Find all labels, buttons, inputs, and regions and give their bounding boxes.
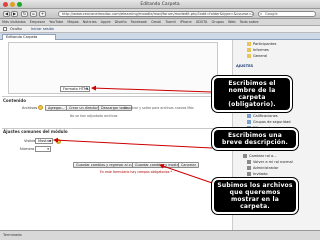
sidebar-item-informes[interactable]: Informes bbox=[247, 48, 269, 52]
description-editor[interactable] bbox=[8, 42, 218, 94]
archivos-label: Archivos bbox=[22, 106, 38, 110]
sidebar-item-participantes[interactable]: Participantes bbox=[247, 42, 276, 46]
user-icon bbox=[247, 172, 251, 176]
folder-icon bbox=[247, 42, 251, 46]
bookmark-item[interactable]: Tuenti bbox=[165, 19, 176, 25]
folder-icon bbox=[247, 54, 251, 58]
user-icon bbox=[247, 166, 251, 170]
bookmark-item[interactable]: Facebook bbox=[131, 19, 147, 25]
visible-label: Visible bbox=[24, 139, 36, 143]
bookmark-item[interactable]: Empezar bbox=[30, 19, 45, 25]
sidebar-item-cambiar-rol[interactable]: Cambiar rol a... bbox=[243, 154, 277, 158]
visible-select[interactable]: Mostrar bbox=[35, 138, 53, 144]
sidebar-item-invitado[interactable]: Invitado bbox=[247, 172, 268, 176]
hidden-checkbox[interactable] bbox=[3, 27, 7, 31]
grades-icon bbox=[247, 114, 251, 118]
browser-toolbar: ◀ ▶ ↻ ⌂ + http://www.cenconelmodoc.com/e… bbox=[0, 9, 320, 19]
groups-icon bbox=[247, 120, 251, 124]
sidebar-item-grupos[interactable]: Grupos de seguridad bbox=[247, 120, 291, 124]
bookmark-item[interactable]: Más visitados bbox=[2, 19, 26, 25]
login-link[interactable]: Iniciar sesión bbox=[31, 26, 55, 32]
bookmark-item[interactable]: YouTube bbox=[49, 19, 63, 25]
bookmark-item[interactable]: Web bbox=[228, 19, 236, 25]
sidebar-item-calificaciones[interactable]: Calificaciones bbox=[247, 114, 278, 118]
bookmark-item[interactable]: Apple bbox=[101, 19, 111, 25]
bookmark-item[interactable]: Noticias bbox=[83, 19, 97, 25]
callout-description: Escribimos una breve descripción. bbox=[212, 128, 298, 150]
sidebar-item-volver-rol[interactable]: Volver a mi rol normal bbox=[247, 160, 293, 164]
page-status-row: Oculto Iniciar sesión bbox=[0, 26, 320, 33]
save-show-button[interactable]: Guardar cambios y mostrar bbox=[132, 162, 185, 168]
home-button[interactable]: ⌂ bbox=[30, 11, 37, 17]
bookmark-item[interactable]: Todo sobre bbox=[240, 19, 259, 25]
tab-bar: Editando Carpeta bbox=[0, 33, 320, 40]
help-icon[interactable] bbox=[38, 105, 43, 110]
browser-status-bar: Terminado bbox=[0, 230, 320, 240]
id-number-field[interactable] bbox=[35, 146, 51, 152]
hidden-checkbox-label: Oculto bbox=[10, 27, 22, 31]
add-bookmark-button[interactable]: + bbox=[39, 11, 46, 17]
search-placeholder: Google bbox=[265, 12, 278, 16]
reload-button[interactable]: ↻ bbox=[21, 11, 28, 17]
sidebar-item-general[interactable]: General bbox=[247, 54, 267, 58]
bookmark-item[interactable]: UDSTA bbox=[196, 19, 208, 25]
forward-button[interactable]: ▶ bbox=[11, 11, 18, 17]
required-note: En este formulario hay campos obligatori… bbox=[100, 170, 173, 174]
no-files-note: No se han adjuntado archivos bbox=[70, 114, 118, 118]
callout-upload-files: Subimos los archivos que queremos mostra… bbox=[212, 178, 298, 214]
help-icon[interactable] bbox=[56, 139, 61, 144]
bookmark-item[interactable]: Gmail bbox=[151, 19, 161, 25]
bookmark-item[interactable]: Mapas bbox=[67, 19, 78, 25]
format-select[interactable]: Formato HTML bbox=[60, 86, 90, 92]
search-input[interactable]: ⌕ Google bbox=[258, 11, 316, 17]
settings-block-title: AJUSTES bbox=[236, 64, 254, 68]
cancel-button[interactable]: Cancelar bbox=[178, 162, 199, 168]
section-contenido-title: Contenido bbox=[3, 98, 26, 103]
window-title: Editando Carpeta bbox=[140, 2, 180, 7]
search-icon: ⌕ bbox=[260, 11, 263, 16]
url-field[interactable]: http://www.cenconelmodoc.com/elearning/m… bbox=[58, 11, 254, 17]
back-button[interactable]: ◀ bbox=[3, 11, 10, 17]
dragdrop-note: Arrastrar y soltar para archivos nuevos … bbox=[124, 106, 194, 110]
callout-folder-name: Escribimos el nombre de la carpeta (obli… bbox=[212, 76, 292, 112]
section-common-title: Ajustes comunes del módulo bbox=[3, 129, 68, 134]
folder-icon bbox=[247, 48, 251, 52]
main-content: Formato HTML Contenido Archivos Agregar.… bbox=[0, 40, 232, 230]
bookmark-item[interactable]: iPhone bbox=[180, 19, 192, 25]
bookmark-item[interactable]: Grupos bbox=[211, 19, 224, 25]
divider bbox=[2, 96, 228, 97]
add-file-button[interactable]: Agregar... bbox=[45, 105, 68, 111]
window-titlebar: Editando Carpeta bbox=[0, 0, 320, 9]
sidebar-item-administrador[interactable]: Administrador bbox=[247, 166, 278, 170]
role-icon bbox=[247, 160, 251, 164]
role-icon bbox=[243, 154, 247, 158]
bookmark-item[interactable]: Diseño bbox=[115, 19, 127, 25]
bookmarks-bar: Más visitados Empezar YouTube Mapas Noti… bbox=[0, 19, 320, 26]
save-return-button[interactable]: Guardar cambios y regresar al curso bbox=[73, 162, 141, 168]
